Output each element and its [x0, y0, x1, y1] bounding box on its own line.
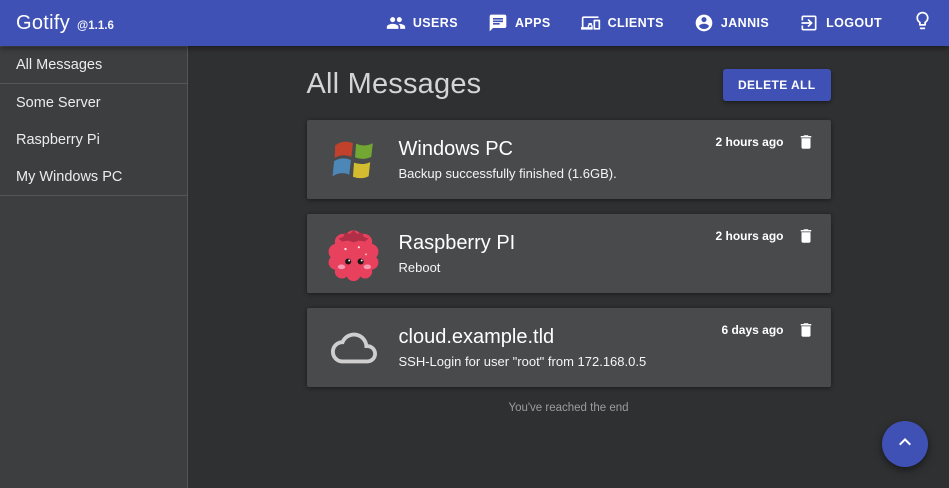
sidebar-server-group: Some Server Raspberry Pi My Windows PC	[0, 84, 187, 196]
scroll-to-top-button[interactable]	[882, 421, 928, 467]
end-of-list-text: You've reached the end	[307, 402, 831, 414]
message-meta: 6 days ago	[721, 321, 814, 339]
sidebar-item-label: My Windows PC	[16, 169, 122, 185]
message-app-name: Raspberry PI	[399, 232, 685, 255]
trash-icon	[797, 321, 815, 339]
delete-message-button[interactable]	[797, 321, 815, 339]
messages-content: All Messages DELETE ALL Windows PC Backu…	[307, 68, 831, 414]
nav-user-label: JANNIS	[721, 16, 769, 30]
page-header: All Messages DELETE ALL	[307, 68, 831, 101]
nav-logout[interactable]: LOGOUT	[799, 13, 882, 33]
nav-users-label: USERS	[413, 16, 458, 30]
nav-logout-label: LOGOUT	[826, 16, 882, 30]
nav-user-account[interactable]: JANNIS	[694, 13, 769, 33]
raspberry-icon	[323, 225, 385, 282]
sidebar-item-all-messages[interactable]: All Messages	[0, 46, 187, 84]
delete-message-button[interactable]	[797, 227, 815, 245]
message-timestamp: 2 hours ago	[715, 229, 783, 243]
sidebar-item-label: All Messages	[16, 57, 102, 73]
sidebar: All Messages Some Server Raspberry Pi My…	[0, 46, 188, 488]
users-icon	[386, 13, 406, 33]
message-text: Backup successfully finished (1.6GB).	[399, 166, 685, 181]
page-layout: All Messages Some Server Raspberry Pi My…	[0, 46, 949, 488]
lightbulb-icon	[912, 10, 933, 36]
app-version: @1.1.6	[77, 20, 114, 32]
windows-logo-icon	[323, 137, 385, 183]
message-meta: 2 hours ago	[715, 133, 814, 151]
message-card: Raspberry PI Reboot 2 hours ago	[307, 214, 831, 293]
app-title: Gotify	[16, 12, 70, 35]
top-navbar: Gotify @1.1.6 USERS APPS CLIENTS JAN	[0, 0, 949, 46]
message-app-name: cloud.example.tld	[399, 326, 685, 349]
message-card: Windows PC Backup successfully finished …	[307, 120, 831, 199]
app-brand[interactable]: Gotify @1.1.6	[16, 12, 114, 35]
sidebar-item-some-server[interactable]: Some Server	[0, 84, 187, 121]
message-meta: 2 hours ago	[715, 227, 814, 245]
message-text: Reboot	[399, 260, 685, 275]
sidebar-item-label: Some Server	[16, 95, 101, 111]
sidebar-item-my-windows-pc[interactable]: My Windows PC	[0, 158, 187, 195]
apps-icon	[488, 13, 508, 33]
cloud-icon	[323, 325, 385, 371]
main-area: All Messages DELETE ALL Windows PC Backu…	[188, 46, 949, 488]
message-text: SSH-Login for user "root" from 172.168.0…	[399, 354, 685, 369]
navbar-menu: USERS APPS CLIENTS JANNIS LOGOUT	[386, 13, 882, 33]
nav-apps-label: APPS	[515, 16, 551, 30]
delete-message-button[interactable]	[797, 133, 815, 151]
trash-icon	[797, 227, 815, 245]
nav-clients-label: CLIENTS	[608, 16, 664, 30]
delete-all-button[interactable]: DELETE ALL	[723, 69, 831, 101]
page-title: All Messages	[307, 68, 482, 101]
theme-toggle-button[interactable]	[912, 10, 933, 36]
trash-icon	[797, 133, 815, 151]
message-timestamp: 6 days ago	[721, 323, 783, 337]
clients-icon	[581, 13, 601, 33]
nav-clients[interactable]: CLIENTS	[581, 13, 664, 33]
logout-icon	[799, 13, 819, 33]
sidebar-item-label: Raspberry Pi	[16, 132, 100, 148]
account-icon	[694, 13, 714, 33]
message-app-name: Windows PC	[399, 138, 685, 161]
nav-users[interactable]: USERS	[386, 13, 458, 33]
chevron-up-icon	[893, 430, 917, 459]
sidebar-item-raspberry-pi[interactable]: Raspberry Pi	[0, 121, 187, 158]
message-card: cloud.example.tld SSH-Login for user "ro…	[307, 308, 831, 387]
nav-apps[interactable]: APPS	[488, 13, 551, 33]
message-timestamp: 2 hours ago	[715, 135, 783, 149]
